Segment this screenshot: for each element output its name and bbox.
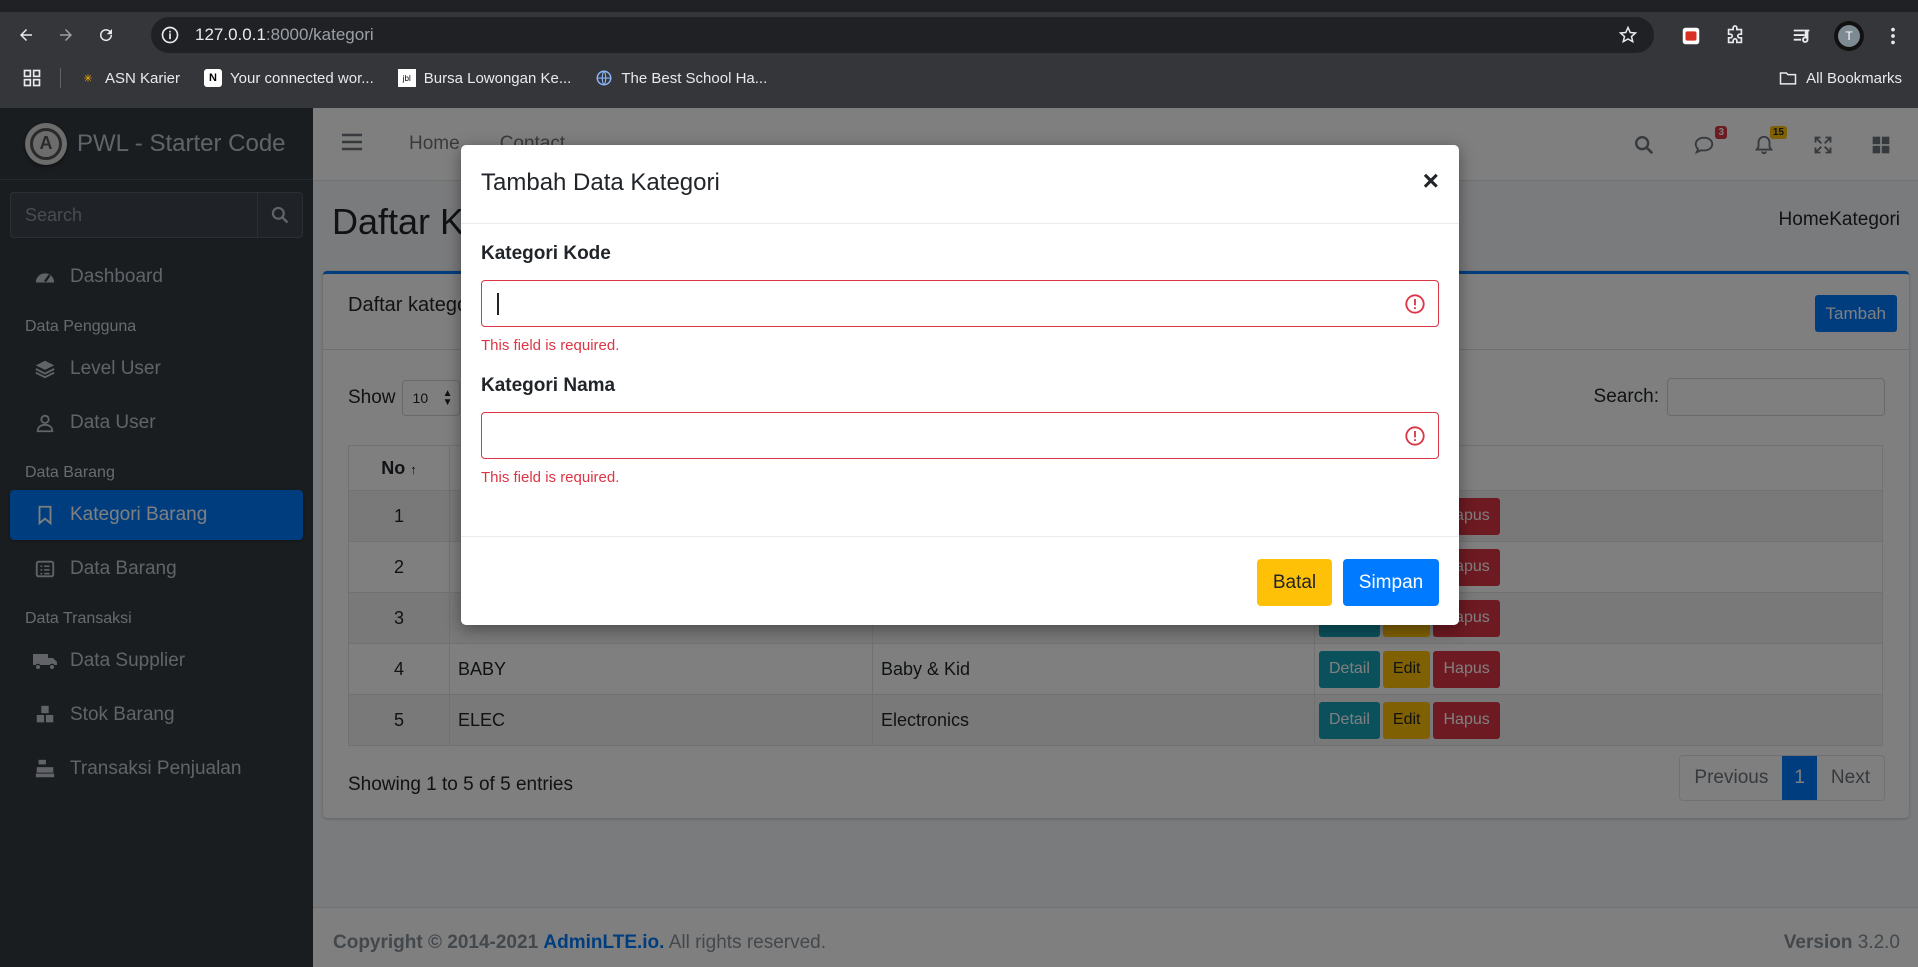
- simpan-button[interactable]: Simpan: [1343, 559, 1439, 606]
- browser-menu-icon[interactable]: [1880, 23, 1906, 49]
- notion-icon: N: [204, 69, 223, 87]
- globe-icon: [595, 69, 613, 87]
- media-queue-icon[interactable]: [1789, 23, 1815, 49]
- bookmarks-bar: ✳ ASN Karier N Your connected wor... jbl Bu…: [0, 61, 1918, 95]
- form-group-nama: Kategori Nama This field is required.: [481, 375, 1439, 486]
- folder-icon: [1778, 68, 1798, 88]
- modal-body: Kategori Kode This field is required. Ka…: [481, 243, 1439, 486]
- url-text: 127.0.0.1:8000/kategori: [195, 25, 374, 44]
- form-group-kode: Kategori Kode This field is required.: [481, 243, 1439, 354]
- tambah-kategori-modal: Tambah Data Kategori × Kategori Kode Thi…: [461, 145, 1459, 625]
- bookmark-bursa-lowongan[interactable]: jbl Bursa Lowongan Ke...: [397, 69, 571, 87]
- bookmark-asn-karier[interactable]: ✳ ASN Karier: [79, 69, 180, 87]
- error-icon: [1405, 294, 1425, 314]
- batal-button[interactable]: Batal: [1257, 559, 1332, 606]
- browser-toolbar: 127.0.0.1:8000/kategori T: [0, 12, 1918, 58]
- modal-header: Tambah Data Kategori ×: [461, 145, 1459, 224]
- modal-title: Tambah Data Kategori: [481, 169, 720, 196]
- kategori-kode-error: This field is required.: [481, 337, 620, 354]
- apps-grid-icon[interactable]: [22, 68, 42, 88]
- kategori-kode-label: Kategori Kode: [481, 243, 611, 264]
- bookmark-star-icon[interactable]: [1618, 25, 1638, 45]
- extensions-puzzle-icon[interactable]: [1722, 23, 1748, 49]
- back-icon[interactable]: [12, 21, 40, 49]
- extension-red-icon[interactable]: [1678, 23, 1704, 49]
- bookmarks-divider: [60, 68, 61, 88]
- reload-icon[interactable]: [92, 21, 120, 49]
- address-bar[interactable]: 127.0.0.1:8000/kategori: [151, 17, 1654, 53]
- profile-avatar[interactable]: T: [1834, 21, 1864, 51]
- kategori-nama-label: Kategori Nama: [481, 375, 616, 396]
- jobstreet-icon: jbl: [397, 69, 416, 87]
- text-caret: [497, 293, 499, 315]
- all-bookmarks-button[interactable]: All Bookmarks: [1778, 68, 1902, 88]
- kategori-nama-error: This field is required.: [481, 469, 620, 486]
- kategori-nama-input[interactable]: [481, 412, 1439, 459]
- asn-star-icon: ✳: [83, 72, 93, 85]
- modal-footer: Batal Simpan: [461, 536, 1459, 625]
- kategori-kode-input[interactable]: [481, 280, 1439, 327]
- site-info-icon[interactable]: [159, 24, 181, 46]
- window-top-strip: [0, 0, 1918, 12]
- error-icon: [1405, 426, 1425, 446]
- bookmark-notion[interactable]: N Your connected wor...: [204, 69, 374, 87]
- close-icon[interactable]: ×: [1423, 165, 1439, 197]
- forward-icon[interactable]: [52, 21, 80, 49]
- bookmark-best-school[interactable]: The Best School Ha...: [595, 69, 767, 87]
- browser-chrome: 127.0.0.1:8000/kategori T ✳ ASN Karier NY…: [0, 12, 1918, 108]
